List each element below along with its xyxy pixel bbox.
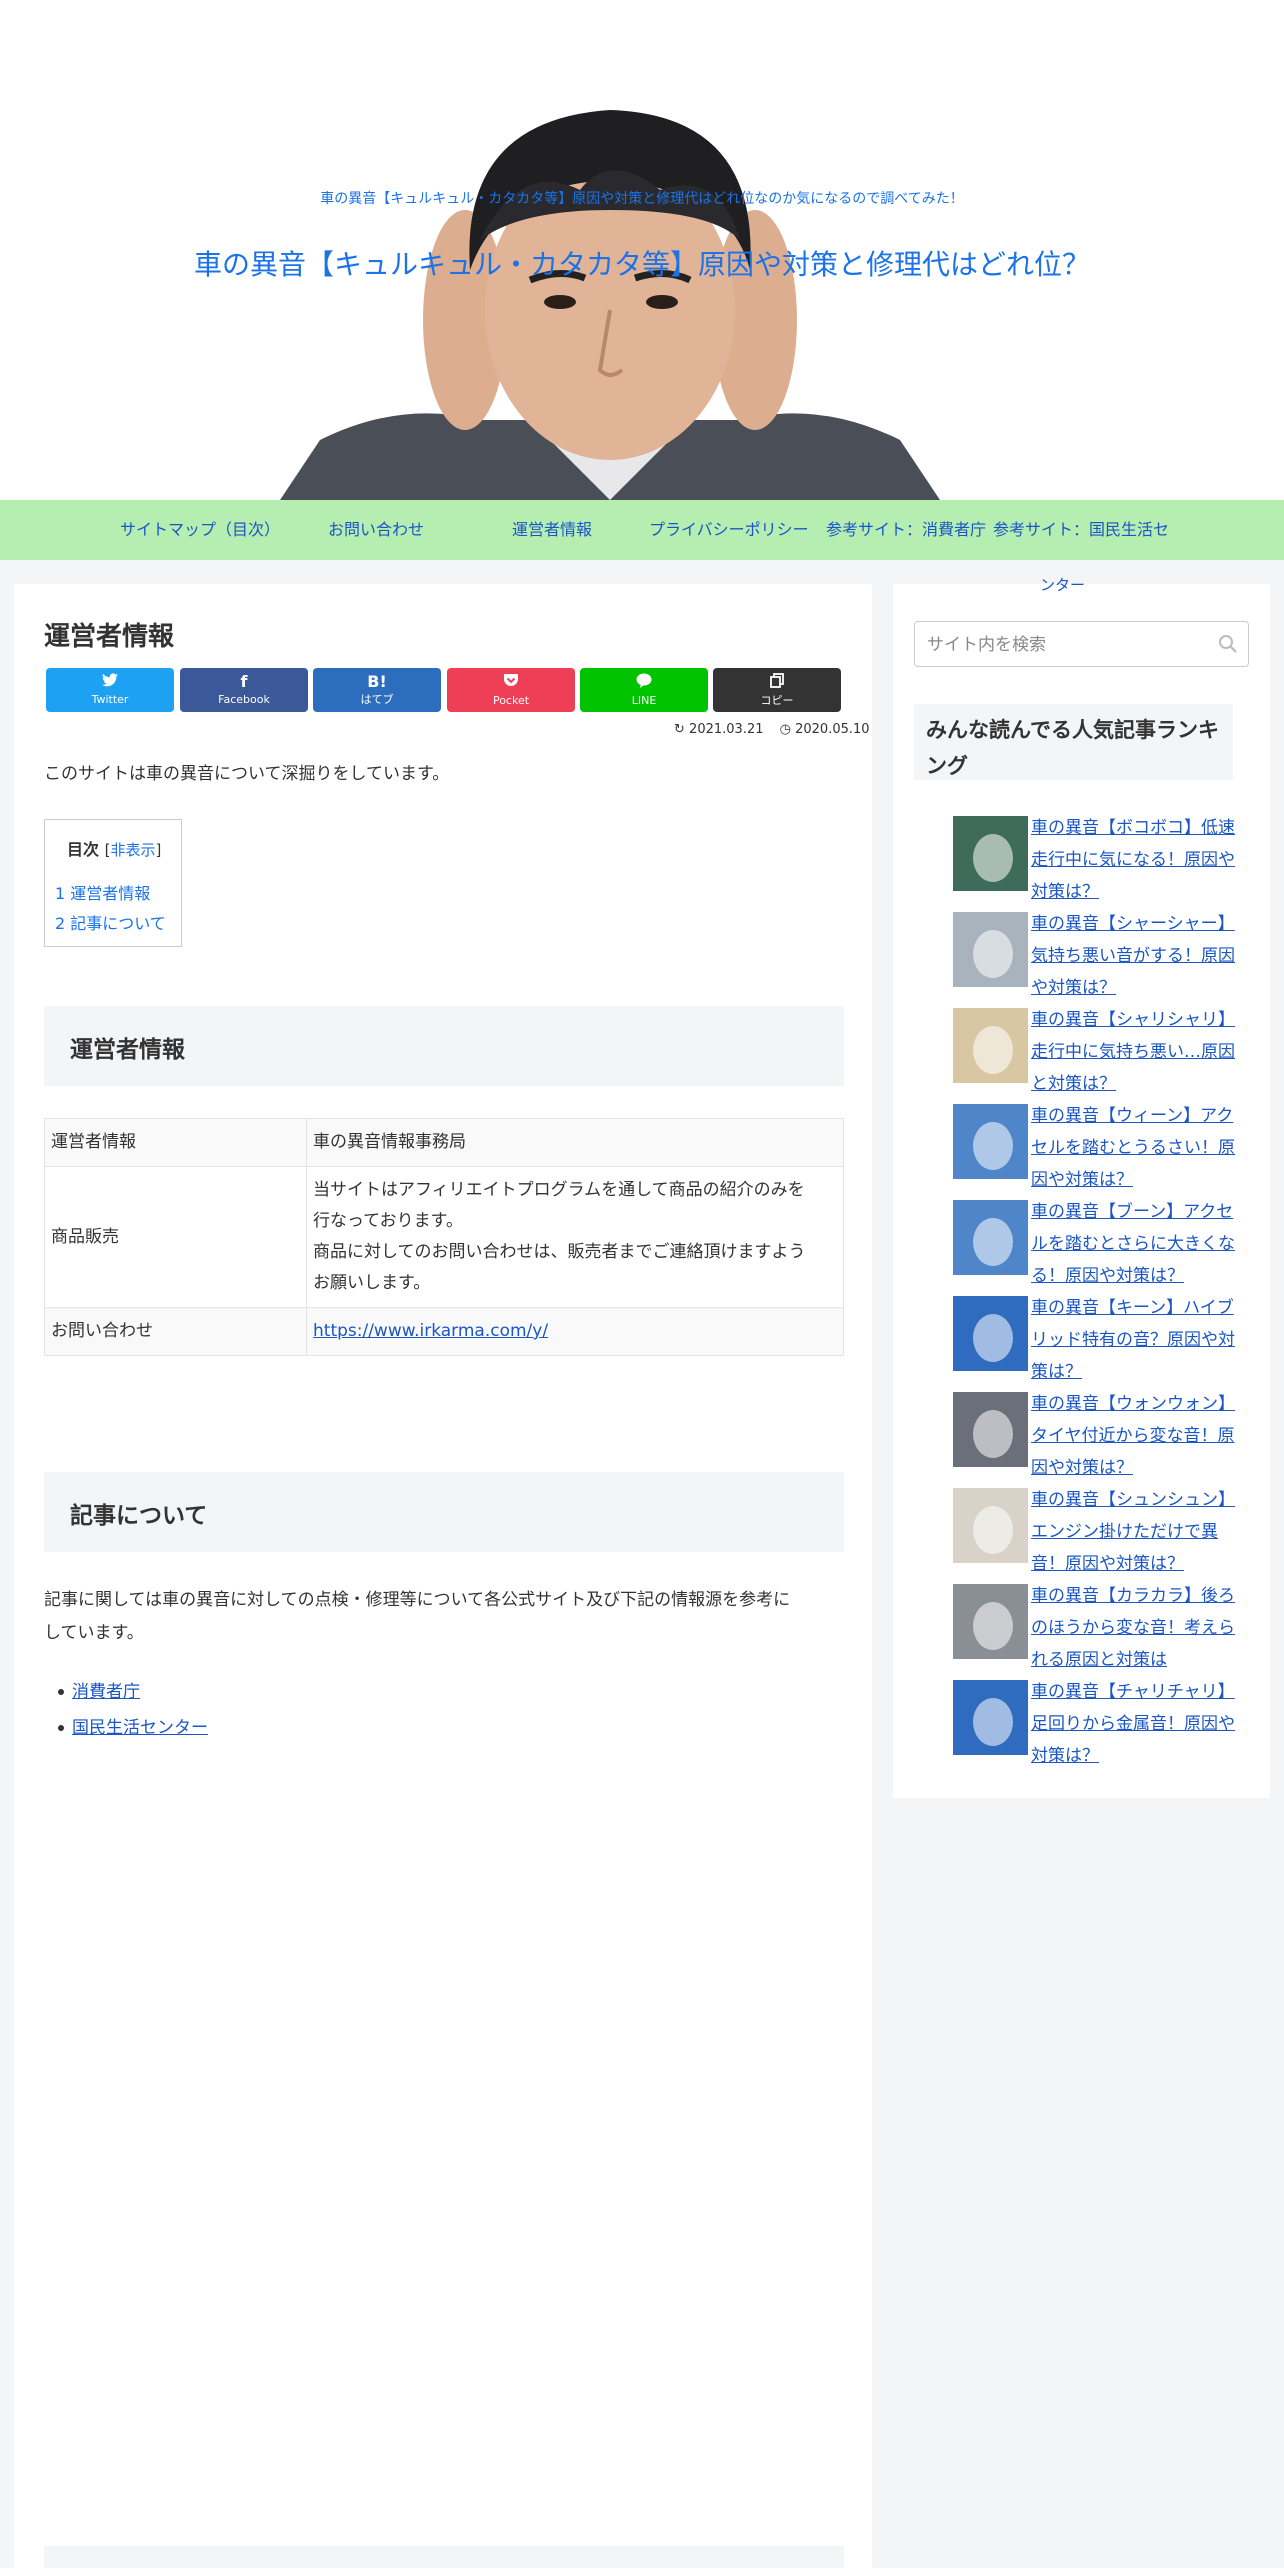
nav-item-sitemap[interactable]: サイトマップ（目次） bbox=[120, 500, 280, 560]
ranking-thumbnail[interactable] bbox=[953, 1488, 1028, 1563]
history-icon: ↻ bbox=[674, 722, 685, 737]
ranking-item[interactable]: 車の異音【ブーン】アクセ ルを踏むとさらに大きくな る！原因や対策は？ bbox=[953, 1200, 1253, 1296]
post-dates: ↻ 2021.03.21 ◷ 2020.05.10 bbox=[662, 722, 870, 737]
section-heading-articles: 記事について bbox=[44, 1472, 844, 1552]
ranking-item[interactable]: 車の異音【キーン】ハイブ リッド特有の音？原因や対 策は？ bbox=[953, 1296, 1253, 1392]
nav-item-ref-kokusen[interactable]: 参考サイト：国民生活セ bbox=[993, 500, 1169, 560]
ranking-item[interactable]: 車の異音【チャリチャリ】 足回りから金属音！原因や 対策は？ bbox=[953, 1680, 1253, 1776]
nav-item-overflow[interactable]: ンター bbox=[1040, 574, 1085, 595]
toc-toggle[interactable]: [非表示] bbox=[105, 841, 162, 859]
ranking-link[interactable]: 車の異音【ボコボコ】低速 走行中に気になる！原因や 対策は？ bbox=[1031, 812, 1253, 908]
clock-icon: ◷ bbox=[779, 722, 791, 737]
next-section-box bbox=[44, 2546, 844, 2568]
twitter-icon bbox=[46, 673, 174, 691]
site-title[interactable]: 車の異音【キュルキュル・カタカタ等】原因や対策と修理代はどれ位？ bbox=[0, 243, 1284, 283]
ranking-link[interactable]: 車の異音【ブーン】アクセ ルを踏むとさらに大きくな る！原因や対策は？ bbox=[1031, 1196, 1253, 1292]
ranking-thumbnail[interactable] bbox=[953, 1008, 1028, 1083]
ranking-link[interactable]: 車の異音【シャリシャリ】 走行中に気持ち悪い…原因 と対策は？ bbox=[1031, 1004, 1253, 1100]
table-of-contents: 目次 [非表示] 1 運営者情報 2 記事について bbox=[44, 819, 182, 947]
global-nav: サイトマップ（目次） お問い合わせ 運営者情報 プライバシーポリシー 参考サイト… bbox=[0, 500, 1284, 560]
ranking-link[interactable]: 車の異音【カラカラ】後ろ のほうから変な音！考えら れる原因と対策は bbox=[1031, 1580, 1253, 1676]
section-heading-operator: 運営者情報 bbox=[44, 1006, 844, 1086]
facebook-icon: f bbox=[240, 672, 248, 691]
publish-date: ◷ 2020.05.10 bbox=[779, 722, 870, 737]
ranking-thumbnail[interactable] bbox=[953, 1584, 1028, 1659]
ranking-thumbnail[interactable] bbox=[953, 816, 1028, 891]
ref-link-caa[interactable]: 消費者庁 bbox=[72, 1682, 140, 1702]
table-row: 運営者情報 車の異音情報事務局 bbox=[44, 1118, 844, 1167]
share-pocket-label: Pocket bbox=[492, 694, 530, 707]
operator-table: 運営者情報 車の異音情報事務局 商品販売 当サイトはアフィリエイトプログラムを通… bbox=[44, 1118, 844, 1356]
ranking-thumbnail[interactable] bbox=[953, 1392, 1028, 1467]
table-cell-value: https://www.irkarma.com/y/ bbox=[306, 1307, 844, 1356]
table-cell-label: お問い合わせ bbox=[44, 1307, 307, 1356]
ranking-item[interactable]: 車の異音【シャリシャリ】 走行中に気持ち悪い…原因 と対策は？ bbox=[953, 1008, 1253, 1104]
share-copy-button[interactable]: コピー bbox=[713, 668, 841, 712]
ranking-item[interactable]: 車の異音【カラカラ】後ろ のほうから変な音！考えら れる原因と対策は bbox=[953, 1584, 1253, 1680]
ranking-thumbnail[interactable] bbox=[953, 912, 1028, 987]
site-tagline: 車の異音【キュルキュル・カタカタ等】原因や対策と修理代はどれ位なのか気になるので… bbox=[320, 191, 964, 207]
line-icon bbox=[580, 673, 708, 692]
ranking-link[interactable]: 車の異音【チャリチャリ】 足回りから金属音！原因や 対策は？ bbox=[1031, 1676, 1253, 1772]
ranking-item[interactable]: 車の異音【ボコボコ】低速 走行中に気になる！原因や 対策は？ bbox=[953, 816, 1253, 912]
ranking-link[interactable]: 車の異音【シャーシャー】 気持ち悪い音がする！原因 や対策は？ bbox=[1031, 908, 1253, 1004]
share-facebook-button[interactable]: f Facebook bbox=[180, 668, 308, 712]
ranking-widget-title: みんな読んでる人気記事ランキ ング bbox=[914, 704, 1233, 780]
site-header: 車の異音【キュルキュル・カタカタ等】原因や対策と修理代はどれ位なのか気になるので… bbox=[0, 0, 1284, 500]
nav-item-privacy[interactable]: プライバシーポリシー bbox=[649, 500, 809, 560]
share-facebook-label: Facebook bbox=[218, 693, 270, 706]
header-hero-image bbox=[280, 110, 940, 500]
nav-item-contact[interactable]: お問い合わせ bbox=[328, 500, 424, 560]
ranking-item[interactable]: 車の異音【シュンシュン】 エンジン掛けただけで異 音！原因や対策は？ bbox=[953, 1488, 1253, 1584]
list-item: 消費者庁 bbox=[58, 1674, 208, 1710]
table-cell-label: 運営者情報 bbox=[44, 1118, 307, 1167]
pocket-icon bbox=[447, 673, 575, 692]
ranking-item[interactable]: 車の異音【ウィーン】アク セルを踏むとうるさい！原 因や対策は？ bbox=[953, 1104, 1253, 1200]
table-cell-value: 車の異音情報事務局 bbox=[306, 1118, 844, 1167]
intro-text: このサイトは車の異音について深掘りをしています。 bbox=[44, 764, 450, 784]
ranking-item[interactable]: 車の異音【ウォンウォン】 タイヤ付近から変な音！原 因や対策は？ bbox=[953, 1392, 1253, 1488]
toc-item-operator[interactable]: 1 運営者情報 bbox=[55, 880, 150, 904]
hatebu-icon: B! bbox=[367, 672, 387, 691]
ranking-thumbnail[interactable] bbox=[953, 1680, 1028, 1755]
main-content: 運営者情報 Twitter f Facebook B! はてブ Pocket L bbox=[14, 584, 872, 2568]
search-input[interactable] bbox=[925, 622, 1219, 668]
ranking-thumbnail[interactable] bbox=[953, 1296, 1028, 1371]
copy-icon bbox=[713, 673, 841, 692]
nav-item-ref-caa[interactable]: 参考サイト：消費者庁 bbox=[826, 500, 986, 560]
toc-item-articles[interactable]: 2 記事について bbox=[55, 910, 166, 934]
ranking-item[interactable]: 車の異音【シャーシャー】 気持ち悪い音がする！原因 や対策は？ bbox=[953, 912, 1253, 1008]
table-row: 商品販売 当サイトはアフィリエイトプログラムを通して商品の紹介のみを 行なってお… bbox=[44, 1166, 844, 1308]
ranking-link[interactable]: 車の異音【キーン】ハイブ リッド特有の音？原因や対 策は？ bbox=[1031, 1292, 1253, 1388]
ranking-link[interactable]: 車の異音【シュンシュン】 エンジン掛けただけで異 音！原因や対策は？ bbox=[1031, 1484, 1253, 1580]
share-twitter-label: Twitter bbox=[91, 693, 129, 706]
update-date: ↻ 2021.03.21 bbox=[674, 722, 764, 737]
share-copy-label: コピー bbox=[760, 694, 794, 707]
sidebar: みんな読んでる人気記事ランキ ング 車の異音【ボコボコ】低速走行中に気になる！原… bbox=[893, 584, 1270, 1798]
ranking-link[interactable]: 車の異音【ウォンウォン】 タイヤ付近から変な音！原 因や対策は？ bbox=[1031, 1388, 1253, 1484]
share-hatebu-label: はてブ bbox=[360, 693, 394, 706]
share-twitter-button[interactable]: Twitter bbox=[46, 668, 174, 712]
share-hatebu-button[interactable]: B! はてブ bbox=[313, 668, 441, 712]
table-cell-value: 当サイトはアフィリエイトプログラムを通して商品の紹介のみを 行なっております。 … bbox=[306, 1166, 844, 1308]
share-line-label: LINE bbox=[631, 694, 657, 707]
page-title: 運営者情報 bbox=[44, 622, 175, 652]
nav-item-operator[interactable]: 運営者情報 bbox=[512, 500, 592, 560]
ranking-thumbnail[interactable] bbox=[953, 1104, 1028, 1179]
share-pocket-button[interactable]: Pocket bbox=[447, 668, 575, 712]
search-icon[interactable] bbox=[1218, 634, 1238, 654]
toc-title: 目次 [非表示] bbox=[67, 840, 162, 859]
table-row: お問い合わせ https://www.irkarma.com/y/ bbox=[44, 1307, 844, 1356]
list-item: 国民生活センター bbox=[58, 1710, 208, 1746]
ref-link-kokusen[interactable]: 国民生活センター bbox=[72, 1718, 208, 1738]
articles-body-text: 記事に関しては車の異音に対しての点検・修理等について各公式サイト及び下記の情報源… bbox=[44, 1590, 791, 1643]
share-line-button[interactable]: LINE bbox=[580, 668, 708, 712]
table-cell-label: 商品販売 bbox=[44, 1166, 307, 1308]
ranking-link[interactable]: 車の異音【ウィーン】アク セルを踏むとうるさい！原 因や対策は？ bbox=[1031, 1100, 1253, 1196]
search-box bbox=[914, 621, 1249, 668]
ranking-thumbnail[interactable] bbox=[953, 1200, 1028, 1275]
reference-list: 消費者庁 国民生活センター bbox=[58, 1674, 208, 1746]
contact-link[interactable]: https://www.irkarma.com/y/ bbox=[313, 1321, 548, 1341]
